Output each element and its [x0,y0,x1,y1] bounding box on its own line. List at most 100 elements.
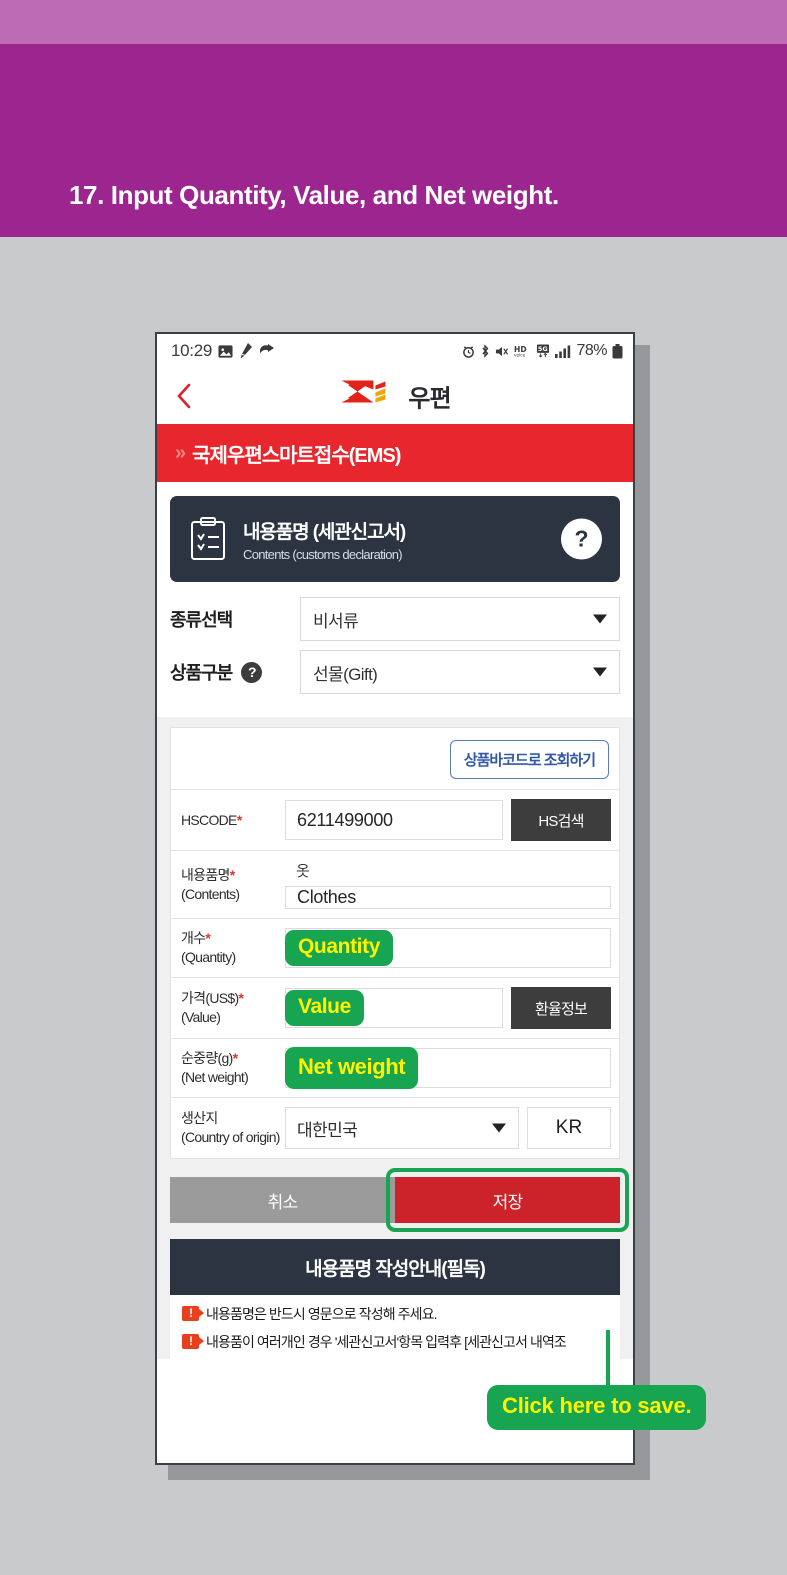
cancel-button[interactable]: 취소 [170,1177,395,1223]
double-chevron-icon: » [175,441,186,464]
exchange-rate-button[interactable]: 환율정보 [511,987,611,1029]
banner-top-strip [0,0,787,44]
required-mark: * [205,930,211,947]
brand-logo: 우편 [339,377,452,416]
net-weight-row: 순중량(g)* (Net weight) Net weight [171,1038,619,1097]
alarm-icon [462,345,475,358]
hd-voice-icon: HD voice [514,344,531,358]
korea-post-logo-icon [339,377,401,416]
origin-label: 생산지 (Country of origin) [181,1109,285,1147]
origin-label-en: (Country of origin) [181,1129,280,1145]
section-subtitle: Contents (customs declaration) [243,546,403,562]
battery-icon [612,343,623,359]
category-select[interactable]: 선물(Gift) [300,650,620,694]
required-mark: * [236,811,242,828]
barcode-row: 상품바코드로 조회하기 [171,728,619,789]
notice-item-text: 내용품명은 반드시 영문으로 작성해 주세요. [206,1306,437,1322]
contents-korean-name: 옷 [296,863,310,880]
section-card-text: 내용품명 (세관신고서) Contents (customs declarati… [243,517,406,562]
contents-section-card: 내용품명 (세관신고서) Contents (customs declarati… [170,496,620,582]
hscode-input[interactable]: 6211499000 [285,800,503,840]
select-area: 종류선택 비서류 상품구분 ? 선물(Gift) [157,582,633,717]
exclamation-icon: ! [182,1333,204,1349]
section-title: 내용품명 (세관신고서) [243,521,406,543]
item-form-panel: 상품바코드로 조회하기 HSCODE* 6211499000 HS검색 내용품명… [170,727,620,1159]
bluetooth-icon [480,344,490,358]
quantity-label-ko: 개수 [181,930,206,947]
hscode-label: HSCODE* [181,811,285,830]
notice-body: ! 내용품명은 반드시 영문으로 작성해 주세요. ! 내용품이 여러개인 경우… [170,1295,620,1360]
brand-name: 우편 [408,385,451,413]
origin-label-ko: 생산지 [181,1110,218,1127]
type-select-label-text: 종류선택 [170,610,233,630]
net-weight-annotation: Net weight [285,1047,419,1089]
notice-heading: 내용품명 작성안내(필독) [170,1239,620,1295]
quantity-row: 개수* (Quantity) Quantity [171,918,619,977]
back-button[interactable] [173,383,195,409]
type-select[interactable]: 비서류 [300,597,620,641]
app-icon [239,343,253,359]
form-wrapper: 상품바코드로 조회하기 HSCODE* 6211499000 HS검색 내용품명… [157,717,633,1159]
form-actions: 취소 저장 [157,1159,633,1239]
page-body: 내용품명 (세관신고서) Contents (customs declarati… [157,496,633,1360]
chevron-down-icon [593,614,607,624]
net-weight-label-en: (Net weight) [181,1069,249,1085]
save-button-wrapper: 저장 [386,1168,629,1232]
type-select-row: 종류선택 비서류 [170,596,620,642]
value-annotation: Value [285,990,364,1026]
net-weight-label-ko: 순중량(g) [181,1050,233,1067]
instruction-banner: 17. Input Quantity, Value, and Net weigh… [0,44,787,237]
required-mark: * [229,866,235,883]
svg-text:voice: voice [514,353,526,358]
status-time: 10:29 [171,341,213,360]
quantity-input[interactable]: Quantity [285,928,611,968]
callout-connector [606,1330,610,1388]
svg-text:HD: HD [514,345,527,354]
required-mark: * [238,990,244,1007]
contents-label-ko: 내용품명 [181,866,230,883]
notice-list-item: ! 내용품이 여러개인 경우 '세관신고서'항목 입력후 [세관신고서 내역조 [182,1332,608,1360]
status-bar: 10:29 HD voice 5G 78% [157,334,633,368]
value-input[interactable]: Value [285,988,503,1028]
help-button[interactable]: ? [561,518,602,560]
5g-icon: 5G [536,344,550,358]
save-callout: Click here to save. [487,1385,707,1430]
contents-row: 내용품명* (Contents) 옷 Clothes [171,850,619,918]
question-mark-icon[interactable]: ? [241,661,263,683]
svg-text:5G: 5G [538,345,548,353]
hs-search-button[interactable]: HS검색 [511,799,611,841]
quantity-label: 개수* (Quantity) [181,929,285,967]
value-label: 가격(US$)* (Value) [181,989,285,1027]
notice-list-item: ! 내용품명은 반드시 영문으로 작성해 주세요. [182,1304,608,1332]
contents-input[interactable]: Clothes [285,886,611,909]
barcode-lookup-button[interactable]: 상품바코드로 조회하기 [449,740,609,779]
status-bar-left: 10:29 [171,341,275,361]
category-select-label-text: 상품구분 [170,663,233,683]
contents-field-column: 옷 Clothes [285,860,611,909]
contents-label: 내용품명* (Contents) [181,866,285,904]
save-button[interactable]: 저장 [395,1177,620,1223]
notice-item-text: 내용품이 여러개인 경우 '세관신고서'항목 입력후 [세관신고서 내역조 [206,1333,567,1350]
quantity-label-en: (Quantity) [181,949,236,965]
value-label-ko: 가격(US$) [181,990,239,1007]
hscode-label-text: HSCODE [181,811,237,828]
photo-icon [218,344,233,359]
origin-country-code: KR [527,1107,611,1149]
type-select-label: 종류선택 [170,606,300,632]
category-select-label: 상품구분 ? [170,659,300,685]
origin-select[interactable]: 대한민국 [285,1107,519,1149]
ems-banner-title: 국제우편스마트접수(EMS) [192,444,401,467]
phone-mockup: 10:29 HD voice 5G 78% 우편 » 국제우편스마트접수(EMS… [155,332,635,1465]
app-bar: 우편 [157,368,633,424]
status-bar-right: HD voice 5G 78% [462,342,623,360]
contents-label-en: (Contents) [181,885,240,902]
mute-icon [495,345,509,358]
battery-percent: 78% [576,342,607,359]
required-mark: * [232,1050,238,1067]
category-select-row: 상품구분 ? 선물(Gift) [170,649,620,695]
instruction-title: 17. Input Quantity, Value, and Net weigh… [69,180,559,210]
value-label-en: (Value) [181,1009,221,1025]
net-weight-input[interactable]: Net weight [285,1047,611,1089]
chevron-down-icon [492,1123,506,1133]
notice-wrapper: 내용품명 작성안내(필독) ! 내용품명은 반드시 영문으로 작성해 주세요. … [157,1239,633,1360]
